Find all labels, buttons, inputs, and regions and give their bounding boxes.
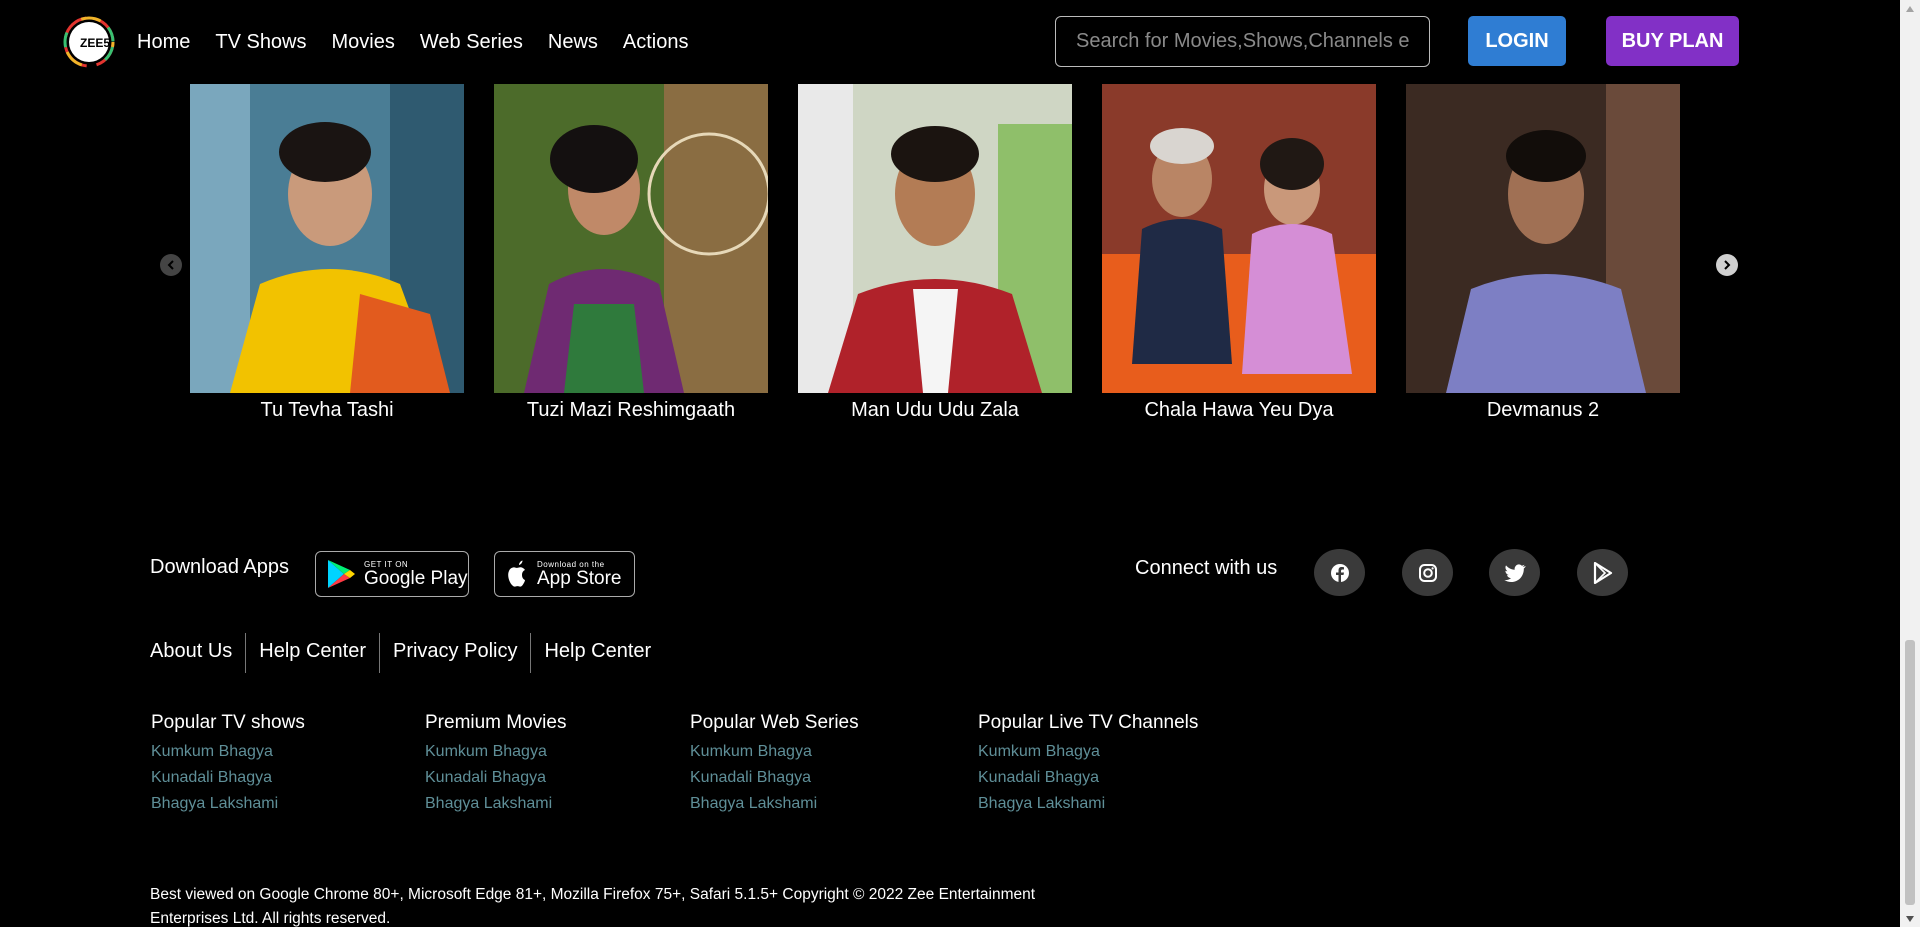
nav-movies[interactable]: Movies xyxy=(332,28,395,56)
connect-label: Connect with us xyxy=(1135,557,1278,579)
instagram-icon xyxy=(1418,563,1437,582)
column-link[interactable]: Bhagya Lakshami xyxy=(151,791,305,817)
top-navbar: ZEE5 Home TV Shows Movies Web Series New… xyxy=(0,0,1900,84)
column-link[interactable]: Kumkum Bhagya xyxy=(978,739,1198,765)
show-title: Man Udu Udu Zala xyxy=(851,399,1019,421)
column-link[interactable]: Bhagya Lakshami xyxy=(425,791,566,817)
scroll-down-icon[interactable] xyxy=(1900,910,1920,927)
apple-icon xyxy=(508,560,525,587)
column-heading: Popular Live TV Channels xyxy=(978,712,1199,733)
footer-column-tv-shows: Popular TV shows Kumkum Bhagya Kunadali … xyxy=(151,712,305,817)
show-thumbnail xyxy=(190,84,464,393)
footer-column-movies: Premium Movies Kumkum Bhagya Kunadali Bh… xyxy=(425,712,566,817)
app-store-big: App Store xyxy=(537,567,622,589)
copyright-text: Best viewed on Google Chrome 80+, Micros… xyxy=(150,886,1036,927)
column-link[interactable]: Bhagya Lakshami xyxy=(978,791,1198,817)
nav-news[interactable]: News xyxy=(548,28,598,56)
google-play-big: Google Play xyxy=(364,567,468,589)
show-thumbnail xyxy=(798,84,1072,393)
scrollbar-thumb[interactable] xyxy=(1905,640,1915,905)
zee5-logo[interactable]: ZEE5 xyxy=(63,16,115,68)
show-thumbnail xyxy=(1406,84,1680,393)
facebook-button[interactable] xyxy=(1314,549,1365,596)
app-store-button[interactable]: Download on the App Store xyxy=(494,551,635,597)
twitter-icon xyxy=(1503,563,1526,582)
nav-web-series[interactable]: Web Series xyxy=(420,28,523,56)
column-link[interactable]: Bhagya Lakshami xyxy=(690,791,859,817)
footer-links: About Us Help Center Privacy Policy Help… xyxy=(150,633,664,673)
show-title: Devmanus 2 xyxy=(1486,399,1600,421)
page-scrollbar[interactable] xyxy=(1900,0,1920,927)
play-icon xyxy=(1593,561,1612,584)
column-link[interactable]: Kumkum Bhagya xyxy=(690,739,859,765)
carousel-next-button[interactable] xyxy=(1716,254,1738,276)
show-title: Chala Hawa Yeu Dya xyxy=(1144,399,1334,421)
column-link[interactable]: Kunadali Bhagya xyxy=(978,765,1198,791)
instagram-button[interactable] xyxy=(1402,549,1453,596)
column-link[interactable]: Kunadali Bhagya xyxy=(151,765,305,791)
footer-column-live-tv: Popular Live TV Channels Kumkum Bhagya K… xyxy=(978,712,1198,817)
column-link[interactable]: Kunadali Bhagya xyxy=(690,765,859,791)
show-title: Tuzi Mazi Reshimgaath xyxy=(526,399,736,421)
carousel-card[interactable]: Chala Hawa Yeu Dya xyxy=(1102,84,1376,422)
nav-home[interactable]: Home xyxy=(137,28,190,56)
download-apps-label: Download Apps xyxy=(150,556,289,578)
carousel-prev-button[interactable] xyxy=(160,254,182,276)
help-center-link[interactable]: Help Center xyxy=(246,633,379,673)
column-link[interactable]: Kumkum Bhagya xyxy=(151,739,305,765)
scroll-up-icon[interactable] xyxy=(1900,0,1920,17)
carousel-card[interactable]: Man Udu Udu Zala xyxy=(798,84,1072,422)
footer-column-web-series: Popular Web Series Kumkum Bhagya Kunadal… xyxy=(690,712,859,817)
column-heading: Popular Web Series xyxy=(690,712,859,733)
carousel-card[interactable]: Tuzi Mazi Reshimgaath xyxy=(494,84,768,422)
login-button[interactable]: LOGIN xyxy=(1468,16,1566,66)
carousel-card[interactable]: Tu Tevha Tashi xyxy=(190,84,464,422)
facebook-icon xyxy=(1330,563,1349,582)
carousel-card[interactable]: Devmanus 2 xyxy=(1406,84,1680,422)
chevron-right-icon xyxy=(1724,260,1731,270)
main-nav: Home TV Shows Movies Web Series News Act… xyxy=(137,28,714,56)
about-us-link[interactable]: About Us xyxy=(150,633,245,673)
column-heading: Premium Movies xyxy=(425,712,567,733)
privacy-policy-link[interactable]: Privacy Policy xyxy=(380,633,530,673)
show-title: Tu Tevha Tashi xyxy=(260,399,394,421)
show-thumbnail xyxy=(494,84,768,393)
show-thumbnail xyxy=(1102,84,1376,393)
shows-carousel: Tu Tevha Tashi Tuzi Mazi Reshimgaath Man… xyxy=(0,84,1900,429)
twitter-button[interactable] xyxy=(1489,549,1540,596)
chevron-left-icon xyxy=(167,260,174,270)
google-play-icon xyxy=(328,560,355,588)
column-link[interactable]: Kunadali Bhagya xyxy=(425,765,566,791)
play-store-button[interactable] xyxy=(1577,549,1628,596)
help-center-link-2[interactable]: Help Center xyxy=(531,633,664,673)
column-link[interactable]: Kumkum Bhagya xyxy=(425,739,566,765)
nav-tv-shows[interactable]: TV Shows xyxy=(215,28,306,56)
search-input[interactable] xyxy=(1055,16,1430,67)
google-play-button[interactable]: GET IT ON Google Play xyxy=(315,551,469,597)
svg-text:ZEE5: ZEE5 xyxy=(80,36,110,50)
buy-plan-button[interactable]: BUY PLAN xyxy=(1606,16,1739,66)
column-heading: Popular TV shows xyxy=(151,712,305,733)
nav-actions[interactable]: Actions xyxy=(623,28,689,56)
